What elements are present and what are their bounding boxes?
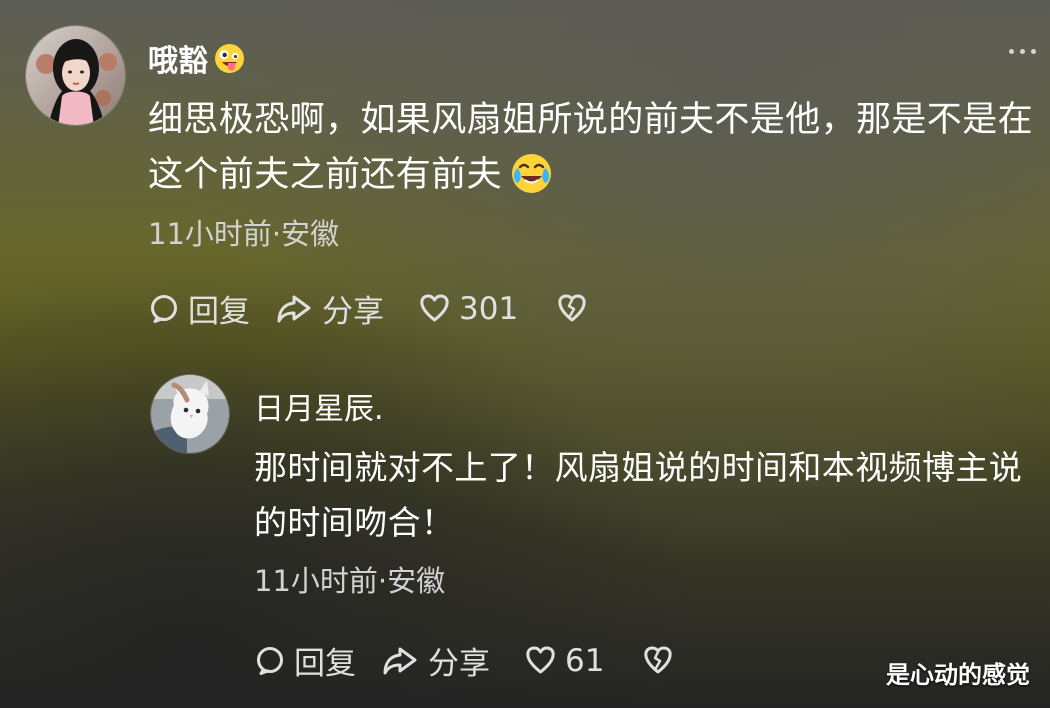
comment-bubble-icon [148,293,180,325]
share-label: 分享 [428,646,490,682]
broken-heart-icon [556,293,588,324]
reply-button-user-2[interactable]: 回复 [254,638,356,683]
crying-laughing-emoji-icon [510,152,553,195]
comment-meta-user-1: 11小时前·安徽 [148,217,340,251]
comment-bubble-icon [254,645,286,677]
avatar-user-2[interactable] [150,374,230,454]
dislike-button-user-2[interactable] [642,645,674,676]
comment-text-user-1: 细思极恐啊，如果风扇姐所说的前夫不是他，那是不是在这个前夫之前还有前夫 [148,93,1033,203]
share-arrow-icon [276,293,314,325]
like-button-user-1[interactable]: 301 [418,291,518,327]
watermark: 是心动的感觉 [886,661,1030,689]
like-count: 61 [565,642,605,679]
avatar-image-user-2 [151,375,229,453]
reply-label: 回复 [188,294,250,330]
like-button-user-2[interactable]: 61 [524,643,604,679]
reply-button-user-1[interactable]: 回复 [148,286,250,331]
comment-1: 哦豁 细思极恐啊，如果风扇姐所说的前夫不是他，那是不是在这个前夫之前还有前夫 1… [0,0,1050,340]
share-button-user-1[interactable]: 分享 [276,286,384,331]
comment-text-label: 细思极恐啊，如果风扇姐所说的前夫不是他，那是不是在这个前夫之前还有前夫 [148,100,1034,195]
reply-label: 回复 [294,646,356,682]
heart-icon [418,293,451,324]
more-dots-icon[interactable] [1009,49,1036,54]
avatar-user-1[interactable] [25,25,126,126]
share-label: 分享 [322,294,384,330]
share-button-user-2[interactable]: 分享 [382,638,490,683]
username-label: 哦豁 [148,44,208,79]
heart-icon [524,645,557,676]
comment-meta-user-2: 11小时前·安徽 [254,564,446,598]
comment-actions-user-2: 回复 分享 61 [254,638,674,683]
comment-2: 日月星辰. 那时间就对不上了！风扇姐说的时间和本视频博主说的时间吻合！ 11小时… [0,360,1050,690]
like-count: 301 [459,290,519,327]
username-user-1[interactable]: 哦豁 [148,38,245,79]
avatar-image-user-1 [26,26,125,125]
dislike-button-user-1[interactable] [556,293,588,324]
comment-text-user-2: 那时间就对不上了！风扇姐说的时间和本视频博主说的时间吻合！ [254,448,1023,542]
crazy-face-emoji-icon [214,43,245,74]
username-user-2[interactable]: 日月星辰. [254,384,384,428]
broken-heart-icon [642,645,674,676]
comment-actions-user-1: 回复 分享 301 [148,286,588,331]
share-arrow-icon [382,645,420,677]
